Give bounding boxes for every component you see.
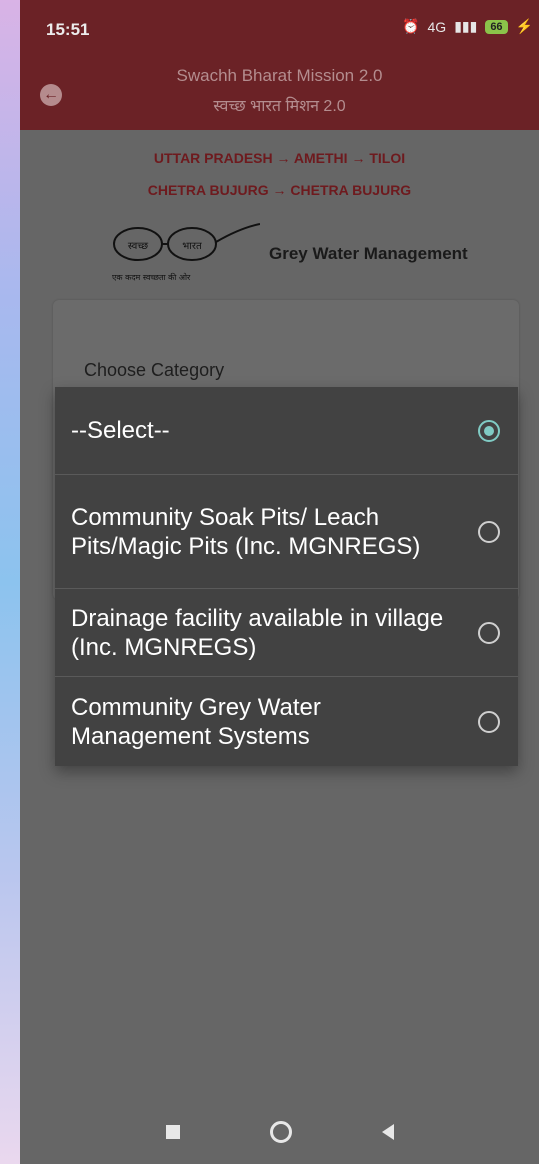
status-time: 15:51 [46,20,90,39]
swachh-bharat-logo: स्वच्छ भारत एक कदम स्वच्छता की ओर [110,218,261,288]
charging-icon: ⚡ [515,18,533,34]
radio-unchecked-icon[interactable] [478,621,500,644]
option-community-grey-water[interactable]: Community Grey Water Management Systems [55,677,518,766]
option-label: Community Soak Pits/ Leach Pits/Magic Pi… [71,503,421,560]
category-select-dialog: --Select-- Community Soak Pits/ Leach Pi… [55,387,518,766]
radio-unchecked-icon[interactable] [478,520,500,543]
signal-icon: ▮▮▮ [454,18,478,34]
logo-word-1: स्वच्छ [128,241,148,252]
logo-tagline: एक कदम स्वच्छता की ओर [112,272,191,282]
recents-icon[interactable] [165,1125,180,1139]
home-icon[interactable] [269,1121,292,1143]
radio-unchecked-icon[interactable] [478,710,500,733]
battery-icon: 66 [485,19,508,34]
phone-screen: 15:51 ⏰ 4G ▮▮▮ 66 ⚡ ← Swachh Bharat Miss… [20,0,539,1164]
section-title: Grey Water Management [269,244,468,263]
app-bar: ← Swachh Bharat Mission 2.0 स्वच्छ भारत … [20,60,539,130]
option-label: Drainage facility available in village (… [71,604,444,661]
option-label: --Select-- [71,417,170,444]
system-nav-bar [20,1100,539,1164]
option-label: Community Grey Water Management Systems [71,693,321,750]
status-icons: ⏰ 4G ▮▮▮ 66 ⚡ [402,18,533,35]
app-title: Swachh Bharat Mission 2.0 [176,66,383,85]
app-subtitle: स्वच्छ भारत मिशन 2.0 [213,98,346,115]
location-breadcrumb-line2: CHETRA BUJURG → CHETRA BUJURG [147,182,412,198]
option-community-soak-pits[interactable]: Community Soak Pits/ Leach Pits/Magic Pi… [55,475,518,589]
choose-category-label: Choose Category [84,360,225,380]
logo-word-2: भारत [182,241,202,252]
location-breadcrumb-line1: UTTAR PRADESH → AMETHI → TILOI [153,150,406,166]
status-bar: 15:51 ⏰ 4G ▮▮▮ 66 ⚡ [20,0,539,60]
back-icon[interactable] [381,1124,394,1140]
radio-checked-icon[interactable] [478,419,500,442]
network-label: 4G [427,18,447,35]
option-drainage-facility[interactable]: Drainage facility available in village (… [55,589,518,677]
alarm-icon: ⏰ [402,18,420,34]
option-select[interactable]: --Select-- [55,387,518,475]
